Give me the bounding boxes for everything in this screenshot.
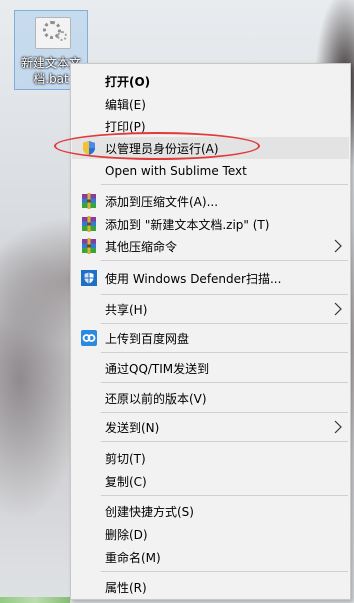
menu-separator <box>101 495 348 496</box>
menu-item-cut[interactable]: 剪切(T) <box>72 447 349 469</box>
menu-item-other-compress[interactable]: 其他压缩命令 <box>72 235 349 257</box>
menu-item-open-sublime[interactable]: Open with Sublime Text <box>72 160 349 182</box>
menu-item-label: 共享(H) <box>105 302 148 317</box>
menu-item-defender-scan[interactable]: 使用 Windows Defender扫描... <box>72 267 349 289</box>
menu-item-print[interactable]: 打印(P) <box>72 115 349 137</box>
menu-item-label: 删除(D) <box>105 527 148 542</box>
menu-item-label: Open with Sublime Text <box>105 164 247 178</box>
menu-item-label: 剪切(T) <box>105 451 146 466</box>
menu-item-label: 添加到 "新建文本文档.zip" (T) <box>105 217 270 232</box>
menu-item-properties[interactable]: 属性(R) <box>72 576 349 598</box>
menu-item-label: 以管理员身份运行(A) <box>105 141 219 156</box>
menu-item-label: 其他压缩命令 <box>105 239 178 254</box>
menu-item-label: 重命名(M) <box>105 550 161 565</box>
menu-separator <box>101 323 348 324</box>
winrar-icon <box>81 238 97 254</box>
menu-separator <box>101 294 348 295</box>
menu-item-run-as-admin[interactable]: 以管理员身份运行(A) <box>72 137 349 159</box>
menu-item-share[interactable]: 共享(H) <box>72 298 349 320</box>
menu-item-rename[interactable]: 重命名(M) <box>72 546 349 568</box>
menu-item-baidu-upload[interactable]: 上传到百度网盘 <box>72 327 349 349</box>
menu-item-label: 使用 Windows Defender扫描... <box>105 271 282 286</box>
menu-item-restore-previous[interactable]: 还原以前的版本(V) <box>72 387 349 409</box>
menu-item-label: 打开(O) <box>105 74 151 89</box>
menu-separator <box>101 441 348 442</box>
menu-item-label: 添加到压缩文件(A)... <box>105 194 219 209</box>
menu-item-open[interactable]: 打开(O) <box>72 70 349 92</box>
menu-item-add-to-zip[interactable]: 添加到 "新建文本文档.zip" (T) <box>72 213 349 235</box>
menu-item-label: 编辑(E) <box>105 97 146 112</box>
defender-icon <box>81 270 97 286</box>
menu-item-label: 打印(P) <box>105 119 146 134</box>
menu-separator <box>101 382 348 383</box>
menu-item-create-shortcut[interactable]: 创建快捷方式(S) <box>72 500 349 522</box>
uac-shield-icon <box>81 140 97 156</box>
chevron-right-icon <box>333 420 343 434</box>
chevron-right-icon <box>333 239 343 253</box>
menu-item-label: 属性(R) <box>105 580 147 595</box>
menu-separator <box>101 571 348 572</box>
menu-item-delete[interactable]: 删除(D) <box>72 523 349 545</box>
menu-item-copy[interactable]: 复制(C) <box>72 470 349 492</box>
menu-item-label: 发送到(N) <box>105 420 160 435</box>
menu-item-edit[interactable]: 编辑(E) <box>72 93 349 115</box>
taskbar-edge <box>0 597 70 603</box>
menu-item-label: 通过QQ/TIM发送到 <box>105 361 210 376</box>
menu-separator <box>101 260 348 261</box>
context-menu: 打开(O) 编辑(E) 打印(P) 以管理员身份运行(A) Open with … <box>70 63 351 600</box>
menu-item-send-via-qq[interactable]: 通过QQ/TIM发送到 <box>72 357 349 379</box>
small-gear-icon <box>57 31 67 41</box>
chevron-right-icon <box>333 302 343 316</box>
menu-separator <box>101 412 348 413</box>
menu-item-label: 上传到百度网盘 <box>105 331 190 346</box>
menu-item-label: 复制(C) <box>105 474 147 489</box>
menu-item-label: 还原以前的版本(V) <box>105 391 207 406</box>
menu-item-send-to[interactable]: 发送到(N) <box>72 416 349 438</box>
menu-separator <box>101 352 348 353</box>
baidu-netdisk-icon <box>81 330 97 346</box>
menu-item-label: 创建快捷方式(S) <box>105 504 194 519</box>
menu-item-add-to-archive[interactable]: 添加到压缩文件(A)... <box>72 190 349 212</box>
winrar-icon <box>81 216 97 232</box>
menu-separator <box>101 184 348 185</box>
winrar-icon <box>81 193 97 209</box>
